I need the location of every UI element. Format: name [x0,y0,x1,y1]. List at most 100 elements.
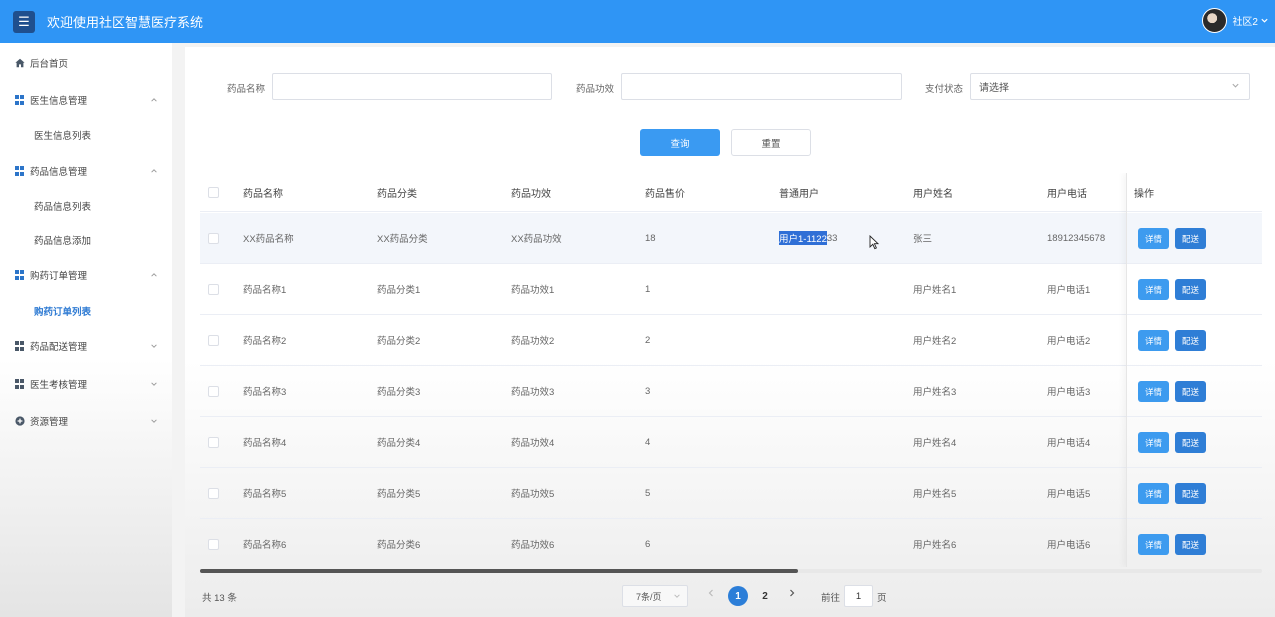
row-checkbox[interactable] [208,488,219,499]
prev-page-icon[interactable] [707,588,715,598]
hamburger-menu-button[interactable]: ☰ [13,10,35,33]
cell-drug-effect: 药品功效4 [511,438,555,449]
cell-drug-name: 药品名称6 [243,540,287,551]
detail-button[interactable]: 详情 [1138,279,1169,300]
sidebar-item-drug-info[interactable]: 药品信息管理 [0,159,172,183]
table-row[interactable]: 药品名称3 药品分类3 药品功效3 3 用户姓名3 用户电话3 详情 配送 [200,366,1262,417]
cell-drug-category: 药品分类6 [377,540,421,551]
sidebar-item-home[interactable]: 后台首页 [0,51,172,75]
deliver-button[interactable]: 配送 [1175,432,1206,453]
cell-drug-category: 药品分类3 [377,387,421,398]
chevron-up-icon [151,273,157,277]
cell-drug-name: 药品名称1 [243,285,287,296]
user-menu[interactable]: 社区2 [1202,8,1269,33]
drug-name-input[interactable] [272,73,552,100]
home-icon [15,58,25,68]
row-checkbox[interactable] [208,284,219,295]
pay-status-select[interactable]: 请选择 [970,73,1250,100]
table-row[interactable]: 药品名称2 药品分类2 药品功效2 2 用户姓名2 用户电话2 详情 配送 [200,315,1262,366]
cell-drug-effect: 药品功效2 [511,336,555,347]
detail-button[interactable]: 详情 [1138,381,1169,402]
sidebar-item-doctor-review[interactable]: 医生考核管理 [0,372,172,396]
sidebar-item-doctor-list[interactable]: 医生信息列表 [0,123,172,147]
deliver-button[interactable]: 配送 [1175,228,1206,249]
grid-icon [15,270,25,280]
row-checkbox[interactable] [208,539,219,550]
cell-drug-effect: 药品功效1 [511,285,555,296]
table-row[interactable]: 药品名称1 药品分类1 药品功效1 1 用户姓名1 用户电话1 详情 配送 [200,264,1262,315]
header-drug-name: 药品名称 [243,188,283,200]
cell-drug-category: XX药品分类 [377,234,428,245]
goto-suffix: 页 [877,593,887,604]
app-title: 欢迎使用社区智慧医疗系统 [47,15,204,30]
cell-drug-price: 2 [645,334,651,346]
sidebar-item-delivery[interactable]: 药品配送管理 [0,334,172,358]
cell-drug-price: 4 [645,436,651,448]
chevron-down-icon [674,594,680,598]
detail-button[interactable]: 详情 [1138,228,1169,249]
deliver-button[interactable]: 配送 [1175,330,1206,351]
table-row[interactable]: XX药品名称 XX药品分类 XX药品功效 18 用户1-1122 33 张三 18… [200,213,1262,264]
cell-phone: 用户电话4 [1047,438,1091,449]
sidebar-item-doctor-info[interactable]: 医生信息管理 [0,88,172,112]
detail-button[interactable]: 详情 [1138,330,1169,351]
sidebar-item-drug-add[interactable]: 药品信息添加 [0,228,172,252]
chevron-down-icon [1232,83,1239,88]
row-checkbox[interactable] [208,335,219,346]
row-checkbox[interactable] [208,233,219,244]
scrollbar-thumb[interactable] [200,569,798,573]
sidebar: 后台首页 医生信息管理 医生信息列表 药品信息管理 药品信息列表 药品信息添加 … [0,43,172,617]
sidebar-item-label: 药品信息添加 [34,236,92,247]
sidebar-item-label: 购药订单列表 [34,307,92,318]
deliver-button[interactable]: 配送 [1175,279,1206,300]
goto-page-input[interactable]: 1 [844,585,873,607]
cell-real-name: 用户姓名1 [913,285,957,296]
next-page-icon[interactable] [788,588,796,598]
sidebar-item-label: 资源管理 [30,417,69,428]
cell-drug-price: 3 [645,385,651,397]
sidebar-item-order-manage[interactable]: 购药订单管理 [0,263,172,287]
query-button[interactable]: 查询 [640,129,720,156]
row-checkbox[interactable] [208,437,219,448]
cell-drug-effect: 药品功效3 [511,387,555,398]
deliver-button[interactable]: 配送 [1175,483,1206,504]
sidebar-item-drug-list[interactable]: 药品信息列表 [0,194,172,218]
unselected-text: 33 [826,232,838,244]
select-all-checkbox[interactable] [208,187,219,198]
row-checkbox[interactable] [208,386,219,397]
page-size-select[interactable]: 7条/页 [622,585,688,607]
pay-status-value: 请选择 [979,83,1009,94]
top-header: ☰ 欢迎使用社区智慧医疗系统 社区2 [0,0,1275,43]
table-row[interactable]: 药品名称4 药品分类4 药品功效4 4 用户姓名4 用户电话4 详情 配送 [200,417,1262,468]
deliver-button[interactable]: 配送 [1175,381,1206,402]
sidebar-item-resources[interactable]: 资源管理 [0,409,172,433]
header-phone: 用户电话 [1047,188,1087,200]
chevron-down-icon [151,382,157,386]
table-row[interactable]: 药品名称6 药品分类6 药品功效6 6 用户姓名6 用户电话6 详情 配送 [200,519,1262,567]
cell-drug-effect: 药品功效5 [511,489,555,500]
avatar[interactable] [1202,8,1228,33]
deliver-button[interactable]: 配送 [1175,534,1206,555]
chevron-down-icon [151,344,157,348]
cell-phone: 用户电话1 [1047,285,1091,296]
header-user: 普通用户 [779,188,819,200]
detail-button[interactable]: 详情 [1138,483,1169,504]
page-2-button[interactable]: 2 [755,586,775,606]
drug-effect-input[interactable] [621,73,902,100]
page-1-button[interactable]: 1 [728,586,748,606]
horizontal-scrollbar[interactable] [200,569,1262,573]
reset-button[interactable]: 重置 [731,129,811,156]
cell-user: 用户1-1122 33 [779,213,837,263]
table-row[interactable]: 药品名称5 药品分类5 药品功效5 5 用户姓名5 用户电话5 详情 配送 [200,468,1262,519]
sidebar-item-label: 药品配送管理 [30,342,88,353]
cell-drug-price: 1 [645,283,651,295]
sidebar-item-order-list[interactable]: 购药订单列表 [0,299,172,323]
cell-drug-category: 药品分类4 [377,438,421,449]
detail-button[interactable]: 详情 [1138,534,1169,555]
user-name[interactable]: 社区2 [1232,13,1258,28]
cell-drug-category: 药品分类1 [377,285,421,296]
cell-drug-category: 药品分类2 [377,336,421,347]
detail-button[interactable]: 详情 [1138,432,1169,453]
chevron-down-icon [1261,18,1268,23]
main-content: 药品名称 药品功效 支付状态 请选择 查询 重置 药品名称 药品分类 药品功效 … [185,47,1275,617]
